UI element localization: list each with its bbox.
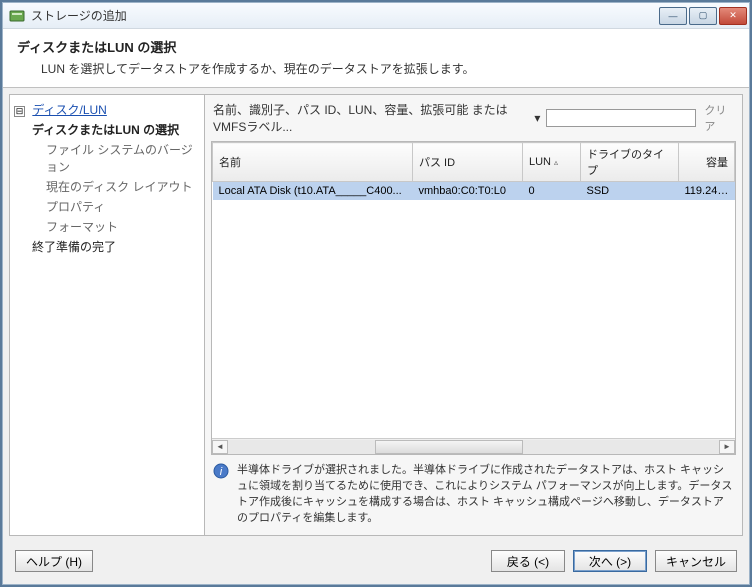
wizard-body: ⊟ ディスク/LUN ディスクまたはLUN の選択 ファイル システムのバージョ… — [3, 88, 749, 542]
table-row[interactable]: Local ATA Disk (t10.ATA_____C400... vmhb… — [213, 182, 735, 201]
window-title: ストレージの追加 — [31, 7, 659, 24]
col-path-id[interactable]: パス ID — [413, 143, 523, 182]
col-name[interactable]: 名前 — [213, 143, 413, 182]
scroll-left-icon[interactable]: ◄ — [212, 440, 228, 454]
maximize-button[interactable]: ▢ — [689, 7, 717, 25]
filter-input[interactable] — [546, 109, 696, 127]
filter-bar: 名前、識別子、パス ID、LUN、容量、拡張可能 または VMFSラベル... … — [205, 95, 742, 141]
titlebar[interactable]: ストレージの追加 — ▢ ✕ — [3, 3, 749, 29]
filter-clear-button[interactable]: クリア — [702, 102, 734, 134]
wizard-button-bar: ヘルプ (H) 戻る (<) 次へ (>) キャンセル — [3, 542, 749, 584]
info-message: i 半導体ドライブが選択されました。半導体ドライブに作成されたデータストアは、ホ… — [205, 455, 742, 535]
wizard-steps-nav: ⊟ ディスク/LUN ディスクまたはLUN の選択 ファイル システムのバージョ… — [9, 94, 205, 536]
filter-dropdown-icon[interactable]: ▾ — [534, 111, 540, 125]
content-panel: 名前、識別子、パス ID、LUN、容量、拡張可能 または VMFSラベル... … — [205, 94, 743, 536]
sort-asc-icon: ▵ — [554, 158, 558, 167]
help-button[interactable]: ヘルプ (H) — [15, 550, 93, 572]
col-lun[interactable]: LUN▵ — [523, 143, 581, 182]
info-icon: i — [213, 463, 229, 479]
nav-step-fs-version: ファイル システムのバージョン — [14, 141, 200, 175]
scroll-track[interactable] — [228, 440, 719, 454]
horizontal-scrollbar[interactable]: ◄ ► — [212, 438, 735, 454]
minimize-button[interactable]: — — [659, 7, 687, 25]
disk-table: 名前 パス ID LUN▵ ドライブのタイプ 容量 Local ATA Disk… — [211, 141, 736, 455]
cell-path: vmhba0:C0:T0:L0 — [413, 182, 523, 201]
info-text: 半導体ドライブが選択されました。半導体ドライブに作成されたデータストアは、ホスト… — [237, 463, 734, 527]
cell-lun: 0 — [523, 182, 581, 201]
app-icon — [9, 8, 25, 24]
scroll-thumb[interactable] — [375, 440, 522, 454]
page-title: ディスクまたはLUN の選択 — [17, 37, 735, 56]
close-button[interactable]: ✕ — [719, 7, 747, 25]
filter-label: 名前、識別子、パス ID、LUN、容量、拡張可能 または VMFSラベル... — [213, 101, 528, 135]
cell-capacity: 119.24 GB — [679, 182, 735, 201]
nav-step-format: フォーマット — [14, 218, 200, 235]
nav-step-disk-layout: 現在のディスク レイアウト — [14, 178, 200, 195]
wizard-header: ディスクまたはLUN の選択 LUN を選択してデータストアを作成するか、現在の… — [3, 29, 749, 88]
cell-name: Local ATA Disk (t10.ATA_____C400... — [213, 182, 413, 201]
cancel-button[interactable]: キャンセル — [655, 550, 737, 572]
col-drive-type[interactable]: ドライブのタイプ — [581, 143, 679, 182]
cell-drive: SSD — [581, 182, 679, 201]
page-subtitle: LUN を選択してデータストアを作成するか、現在のデータストアを拡張します。 — [17, 56, 735, 77]
window-control-buttons: — ▢ ✕ — [659, 7, 747, 25]
nav-step-select-disk: ディスクまたはLUN の選択 — [14, 121, 200, 138]
add-storage-wizard-window: ストレージの追加 — ▢ ✕ ディスクまたはLUN の選択 LUN を選択してデ… — [2, 2, 750, 585]
col-capacity[interactable]: 容量 — [679, 143, 735, 182]
col-lun-label: LUN — [529, 156, 551, 168]
back-button[interactable]: 戻る (<) — [491, 550, 565, 572]
collapse-icon[interactable]: ⊟ — [14, 106, 25, 117]
spacer — [101, 550, 483, 572]
next-button[interactable]: 次へ (>) — [573, 550, 647, 572]
nav-step-disk-lun[interactable]: ディスク/LUN — [32, 103, 107, 117]
nav-step-properties: プロパティ — [14, 198, 200, 215]
table-header-row: 名前 パス ID LUN▵ ドライブのタイプ 容量 — [213, 143, 735, 182]
nav-step-ready: 終了準備の完了 — [14, 238, 200, 255]
nav-root-row: ⊟ ディスク/LUN — [14, 101, 200, 118]
scroll-right-icon[interactable]: ► — [719, 440, 735, 454]
